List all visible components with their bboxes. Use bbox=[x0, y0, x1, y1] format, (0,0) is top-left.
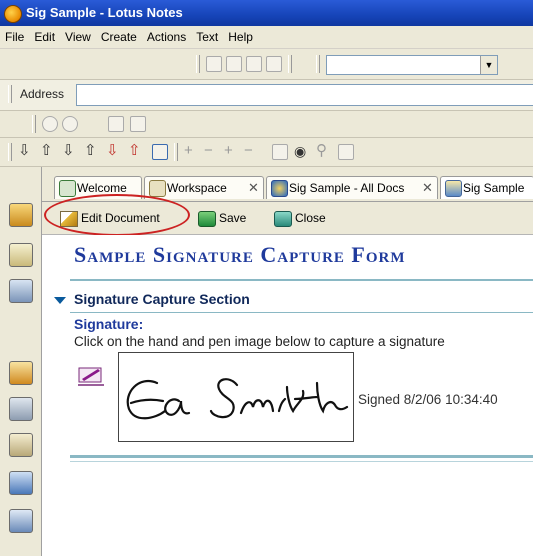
divider bbox=[70, 461, 533, 462]
menu-edit[interactable]: Edit bbox=[29, 26, 60, 48]
divider bbox=[70, 279, 533, 281]
next-unread-icon[interactable]: ⇩ bbox=[62, 142, 75, 160]
collapse-icon[interactable]: − bbox=[204, 142, 213, 160]
instructions-text: Click on the hand and pen image below to… bbox=[74, 334, 445, 349]
toolbar-comments bbox=[0, 111, 533, 138]
window-title: Sig Sample - Lotus Notes bbox=[26, 5, 183, 20]
more-bookmarks-icon[interactable] bbox=[9, 509, 33, 533]
mail-icon[interactable] bbox=[9, 203, 33, 227]
previous-unread-icon[interactable]: ⇧ bbox=[84, 142, 97, 160]
home-icon bbox=[59, 180, 76, 197]
database-icon[interactable] bbox=[9, 279, 33, 303]
toolbar-grip bbox=[8, 85, 12, 103]
collapse-all-icon[interactable]: − bbox=[244, 142, 253, 160]
toolbar-grip bbox=[8, 143, 12, 161]
form-title: Sample Signature Capture Form bbox=[74, 242, 406, 267]
copy-icon[interactable] bbox=[226, 56, 242, 72]
menu-file[interactable]: File bbox=[0, 26, 29, 48]
toolbar-grip bbox=[174, 143, 178, 161]
paste-icon[interactable] bbox=[246, 56, 262, 72]
print-icon[interactable] bbox=[272, 144, 288, 160]
user-icon[interactable] bbox=[108, 116, 124, 132]
calendar-icon[interactable] bbox=[9, 243, 33, 267]
menu-bar: File Edit View Create Actions Text Help bbox=[0, 26, 533, 49]
cut-icon[interactable] bbox=[206, 56, 222, 72]
close-tab-icon[interactable]: ✕ bbox=[422, 177, 433, 199]
arrow-up-icon[interactable]: ⇧ bbox=[40, 142, 53, 160]
workspace-icon bbox=[149, 180, 166, 197]
bookmark-bar bbox=[0, 167, 42, 556]
tab-workspace[interactable]: Workspace ✕ bbox=[144, 176, 264, 199]
next-flagged-icon[interactable]: ⇩ bbox=[106, 142, 119, 160]
document-body: Sample Signature Capture Form Signature … bbox=[42, 235, 533, 556]
toolbar-navigation: ⇩ ⇧ ⇩ ⇧ ⇩ ⇧ + − + − ◉ ⚲ bbox=[0, 138, 533, 167]
database-globe-icon bbox=[271, 180, 288, 197]
address-input[interactable] bbox=[76, 84, 533, 106]
address-bar: Address bbox=[0, 80, 533, 111]
previous-flagged-icon[interactable]: ⇧ bbox=[128, 142, 141, 160]
search-icon[interactable]: ⚲ bbox=[316, 142, 327, 160]
menu-help[interactable]: Help bbox=[223, 26, 258, 48]
highlight-circle bbox=[44, 194, 190, 236]
replicator-icon[interactable] bbox=[9, 471, 33, 495]
toolbar-grip bbox=[196, 55, 200, 73]
expand-all-icon[interactable]: + bbox=[224, 142, 233, 160]
toolbar-grip bbox=[316, 55, 320, 73]
save-button[interactable]: Save bbox=[198, 210, 246, 227]
speech-bubbles-icon[interactable] bbox=[62, 116, 78, 132]
close-document-icon bbox=[274, 210, 292, 227]
binoculars-icon[interactable]: ◉ bbox=[294, 142, 306, 160]
section-title[interactable]: Signature Capture Section bbox=[74, 291, 250, 307]
signed-timestamp: Signed 8/2/06 10:34:40 bbox=[358, 392, 498, 407]
address-label: Address bbox=[20, 87, 65, 101]
collapse-triangle-icon[interactable] bbox=[54, 297, 66, 304]
toolbar-edit: ▼ bbox=[0, 49, 533, 80]
menu-text[interactable]: Text bbox=[191, 26, 223, 48]
tab-sig-sample[interactable]: Sig Sample bbox=[440, 176, 533, 199]
toolbar-combo-box[interactable]: ▼ bbox=[326, 55, 498, 75]
hand-and-pen-icon[interactable] bbox=[78, 365, 104, 387]
menu-actions[interactable]: Actions bbox=[142, 26, 191, 48]
tab-sig-sample-all-docs[interactable]: Sig Sample - All Docs ✕ bbox=[266, 176, 438, 199]
toolbar-grip bbox=[288, 55, 292, 73]
menu-view[interactable]: View bbox=[60, 26, 96, 48]
favorites-icon[interactable] bbox=[9, 361, 33, 385]
paste-special-icon[interactable] bbox=[266, 56, 282, 72]
document-properties-icon[interactable] bbox=[338, 144, 354, 160]
close-tab-icon[interactable]: ✕ bbox=[248, 177, 259, 199]
title-bar: Sig Sample - Lotus Notes bbox=[0, 0, 533, 26]
expand-view-icon[interactable] bbox=[152, 144, 168, 160]
notepad-icon[interactable] bbox=[130, 116, 146, 132]
speech-bubble-icon[interactable] bbox=[42, 116, 58, 132]
close-button[interactable]: Close bbox=[274, 210, 326, 227]
divider bbox=[70, 312, 533, 313]
arrow-down-icon[interactable]: ⇩ bbox=[18, 142, 31, 160]
lotus-notes-icon bbox=[4, 5, 22, 23]
folder-icon[interactable] bbox=[9, 433, 33, 457]
menu-create[interactable]: Create bbox=[96, 26, 142, 48]
expand-icon[interactable]: + bbox=[184, 142, 193, 160]
save-icon bbox=[198, 210, 216, 227]
signature-label: Signature: bbox=[74, 316, 144, 332]
divider bbox=[70, 455, 533, 458]
chevron-down-icon[interactable]: ▼ bbox=[480, 56, 497, 74]
signature-image bbox=[118, 352, 354, 442]
document-icon bbox=[445, 180, 462, 197]
databases-icon[interactable] bbox=[9, 397, 33, 421]
toolbar-grip bbox=[32, 115, 36, 133]
handwritten-signature bbox=[126, 378, 349, 420]
